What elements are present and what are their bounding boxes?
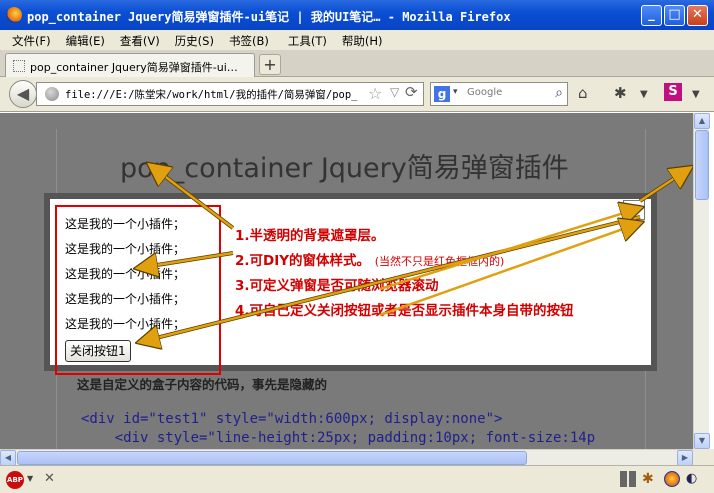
- home-icon[interactable]: ⌂: [578, 84, 588, 102]
- reload-icon[interactable]: ⟳: [405, 83, 418, 101]
- close-window-button[interactable]: ✕: [687, 5, 708, 26]
- scroll-corner: [693, 449, 714, 465]
- back-button[interactable]: ◀: [9, 80, 37, 108]
- new-tab-button[interactable]: +: [259, 54, 281, 75]
- scroll-up-icon[interactable]: ▲: [694, 113, 710, 129]
- back-arrow-icon: ◀: [16, 84, 30, 103]
- connection-icon: ◐: [686, 471, 698, 486]
- menu-bookmarks[interactable]: 书签(B): [223, 30, 278, 50]
- code-line-2: <div style="line-height:25px; padding:10…: [81, 430, 596, 446]
- firefox-icon: [6, 7, 22, 23]
- toolbar-dropdown-icon[interactable]: ▼: [692, 89, 700, 100]
- google-icon[interactable]: g: [434, 86, 450, 102]
- popup-row: 这是我的一个小插件；: [65, 317, 186, 331]
- menu-help[interactable]: 帮助(H): [336, 30, 392, 50]
- popup-close-button[interactable]: ✕: [623, 200, 645, 220]
- search-placeholder: Google: [467, 87, 503, 98]
- addon-icon[interactable]: [664, 471, 680, 487]
- code-line-1: <div id="test1" style="width:600px; disp…: [81, 411, 503, 427]
- annotation-note-4: 4.可自己定义关闭按钮或者是否显示插件本身自带的按钮: [235, 303, 574, 319]
- horizontal-scroll-thumb[interactable]: [17, 451, 527, 465]
- vertical-scrollbar[interactable]: ▲ ▼: [693, 113, 710, 449]
- popup-row: 这是我的一个小插件；: [65, 217, 186, 231]
- menu-edit[interactable]: 编辑(E): [60, 30, 114, 50]
- annotation-note-1: 1.半透明的背景遮罩层。: [235, 228, 385, 244]
- status-close-icon[interactable]: ✕: [44, 471, 55, 486]
- navigation-bar: ◀ file:///E:/陈堂宋/work/html/我的插件/简易弹窗/pop…: [0, 77, 714, 112]
- globe-icon: [45, 87, 59, 101]
- adblock-dropdown-icon[interactable]: ▼: [27, 474, 33, 483]
- engine-dropdown-icon[interactable]: ▾: [453, 87, 458, 97]
- search-box[interactable]: g ▾ Google ⌕: [430, 82, 568, 106]
- scroll-right-icon[interactable]: ▶: [677, 450, 693, 466]
- page-caption: 这是自定义的盒子内容的代码，事先是隐藏的: [77, 377, 328, 392]
- firebug-icon[interactable]: ✱: [614, 84, 627, 102]
- adblock-icon[interactable]: ABP: [6, 471, 24, 489]
- window-title: pop_container Jquery简易弹窗插件-ui笔记 | 我的UI笔记…: [27, 10, 511, 24]
- popup-row: 这是我的一个小插件；: [65, 292, 186, 306]
- page-icon: [13, 60, 25, 72]
- minimize-button[interactable]: _: [641, 5, 662, 26]
- menu-tools[interactable]: 工具(T): [278, 30, 336, 50]
- vertical-scroll-thumb[interactable]: [695, 130, 709, 200]
- scroll-left-icon[interactable]: ◀: [0, 450, 16, 466]
- url-text: file:///E:/陈堂宋/work/html/我的插件/简易弹窗/pop_: [65, 89, 358, 101]
- annotation-note-2-main: 2.可DIY的窗体样式。: [235, 253, 371, 269]
- url-bar[interactable]: file:///E:/陈堂宋/work/html/我的插件/简易弹窗/pop_: [36, 82, 424, 106]
- custom-close-button[interactable]: 关闭按钮1: [65, 340, 131, 362]
- menu-history[interactable]: 历史(S): [169, 30, 223, 50]
- tab-active[interactable]: pop_container Jquery简易弹窗插件-ui…: [5, 53, 255, 77]
- annotation-note-2-sub: (当然不只是红色框框内的): [374, 255, 505, 268]
- menu-file[interactable]: 文件(F): [6, 30, 60, 50]
- popup-overlay-frame: 这是我的一个小插件； 这是我的一个小插件； 这是我的一个小插件； 这是我的一个小…: [44, 193, 657, 375]
- firebug-status-icon[interactable]: ✱: [642, 471, 658, 487]
- stylish-icon[interactable]: S: [664, 83, 682, 101]
- menu-bar: 文件(F) 编辑(E) 查看(V) 历史(S) 书签(B) 工具(T) 帮助(H…: [0, 30, 714, 50]
- window-titlebar: pop_container Jquery简易弹窗插件-ui笔记 | 我的UI笔记…: [0, 0, 714, 30]
- annotation-note-2: 2.可DIY的窗体样式。 (当然不只是红色框框内的): [235, 249, 504, 269]
- maximize-button[interactable]: □: [664, 5, 685, 26]
- horizontal-scrollbar[interactable]: ◀ ▶: [0, 449, 693, 466]
- page-title: pop_container Jquery简易弹窗插件: [120, 153, 569, 184]
- tab-label: pop_container Jquery简易弹窗插件-ui…: [30, 61, 238, 74]
- tab-bar: pop_container Jquery简易弹窗插件-ui… +: [0, 50, 714, 77]
- grid-icon[interactable]: [620, 471, 636, 487]
- page-viewport: pop_container Jquery简易弹窗插件 这是我的一个小插件； 这是…: [0, 113, 693, 449]
- annotation-note-3: 3.可定义弹窗是否可随浏览器滚动: [235, 278, 439, 294]
- status-bar: ABP ▼ ✕ ✱ ◐: [0, 465, 714, 493]
- popup-window: 这是我的一个小插件； 这是我的一个小插件； 这是我的一个小插件； 这是我的一个小…: [50, 199, 651, 375]
- bookmark-star-icon[interactable]: ☆: [368, 84, 382, 103]
- popup-row: 这是我的一个小插件；: [65, 242, 186, 256]
- url-dropdown-icon[interactable]: ▽: [390, 85, 399, 99]
- scroll-down-icon[interactable]: ▼: [694, 433, 710, 449]
- popup-row: 这是我的一个小插件；: [65, 267, 186, 281]
- firebug-dropdown-icon[interactable]: ▼: [640, 89, 648, 100]
- custom-content-box: 这是我的一个小插件； 这是我的一个小插件； 这是我的一个小插件； 这是我的一个小…: [55, 205, 221, 375]
- search-icon[interactable]: ⌕: [555, 85, 563, 101]
- menu-view[interactable]: 查看(V): [114, 30, 169, 50]
